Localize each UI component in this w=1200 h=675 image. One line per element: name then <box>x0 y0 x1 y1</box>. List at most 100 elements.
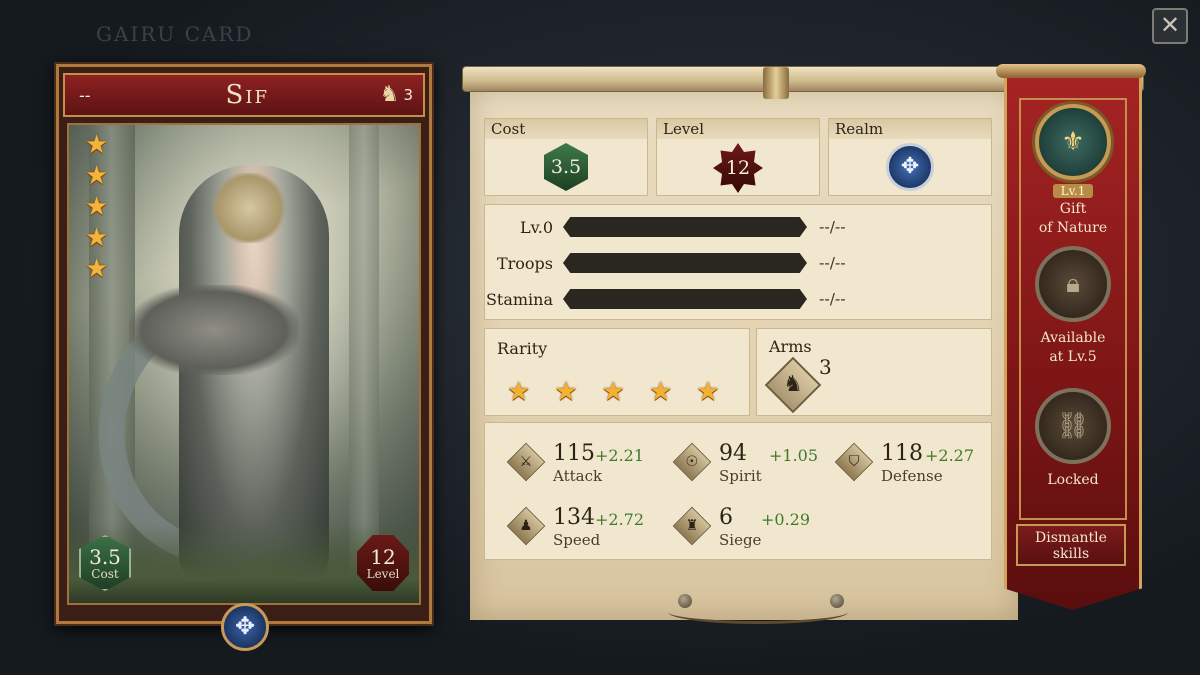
attribute-defense: ⛉ 118 +2.27 Defense <box>834 441 1007 491</box>
chained-lock-icon[interactable]: ⛓ <box>1035 388 1111 464</box>
bar-value: --/-- <box>819 290 846 308</box>
boot-icon: ♟ <box>506 506 546 546</box>
bar-row-troops: Troops --/-- <box>485 251 846 275</box>
star-icon: ★ <box>85 223 109 253</box>
star-icon: ★ <box>85 254 109 284</box>
skill-crest-icon[interactable]: ⚜ <box>1035 104 1111 180</box>
spirit-bonus: +1.05 <box>769 446 819 465</box>
defense-value: 118 <box>881 441 923 466</box>
arms-label: Arms <box>769 337 812 356</box>
star-icon: ★ <box>601 377 625 407</box>
skill-slot-3[interactable]: ⛓ Locked <box>1013 388 1133 489</box>
speed-label: Speed <box>553 531 601 549</box>
bar-row-stamina: Stamina --/-- <box>485 287 846 311</box>
horse-head-icon: ♞ <box>379 82 400 107</box>
skill-status-line1: Locked <box>1047 472 1099 488</box>
star-icon: ★ <box>85 130 109 160</box>
dismantle-skills-button[interactable]: Dismantle skills <box>1016 524 1126 566</box>
star-icon: ★ <box>85 161 109 191</box>
rod-knot <box>763 67 789 99</box>
parchment-string <box>668 600 848 624</box>
banner-rod <box>996 64 1146 78</box>
speed-bonus: +2.72 <box>595 510 645 529</box>
card-level-label: Level <box>366 566 400 581</box>
skill-name-line2: of Nature <box>1038 220 1108 236</box>
arms-box: Arms ♞ 3 <box>756 328 992 416</box>
skill-status-line1: Available <box>1040 330 1106 346</box>
card-cost-value: 3.5 <box>89 544 121 569</box>
star-icon: ★ <box>85 192 109 222</box>
spirit-label: Spirit <box>719 467 762 485</box>
troops-bar <box>563 253 807 273</box>
horse-head-icon[interactable]: ♞ <box>764 356 822 414</box>
card-header: -- Sif ♞ 3 <box>63 73 425 117</box>
skill-slot-2[interactable]: 🔒︎ Available at Lv.5 <box>1013 246 1133 366</box>
dismantle-line1: Dismantle <box>1035 530 1107 546</box>
lock-icon[interactable]: 🔒︎ <box>1035 246 1111 322</box>
cost-label: Cost <box>485 119 647 139</box>
stamina-bar <box>563 289 807 309</box>
tree-emblem-icon[interactable]: ✥ <box>221 603 269 651</box>
card-stars: ★ ★ ★ ★ ★ <box>85 130 109 284</box>
bar-label: Stamina <box>485 289 553 309</box>
sword-icon: ⚔ <box>506 442 546 482</box>
bar-label: Troops <box>496 253 553 273</box>
progress-bars: Lv.0 --/-- Troops --/-- Stamina --/-- <box>484 204 992 320</box>
dismantle-line2: skills <box>1052 546 1090 562</box>
cost-value: 3.5 <box>544 143 588 191</box>
attribute-siege: ♜ 6 +0.29 Siege <box>672 505 845 555</box>
cost-cell: Cost 3.5 <box>484 118 648 196</box>
skill-status-line2: at Lv.5 <box>1049 349 1097 365</box>
speed-value: 134 <box>553 505 595 530</box>
siege-value: 6 <box>719 505 733 530</box>
star-icon: ★ <box>648 377 673 407</box>
helmet-icon: ☉ <box>672 442 712 482</box>
star-icon: ★ <box>554 377 578 407</box>
tree-emblem-icon[interactable]: ✥ <box>886 143 934 191</box>
realm-cell: Realm ✥ <box>828 118 992 196</box>
rarity-label: Rarity <box>497 339 548 358</box>
portrait-fur <box>129 285 299 375</box>
hero-portrait: ★ ★ ★ ★ ★ 3.5 Cost 12 Level <box>67 123 421 605</box>
attribute-spirit: ☉ 94 +1.05 Spirit <box>672 441 845 491</box>
castle-icon: ♜ <box>672 506 712 546</box>
bar-row-level: Lv.0 --/-- <box>485 215 846 239</box>
background-title: GAIRU CARD <box>96 22 254 46</box>
bar-label: Lv.0 <box>519 217 553 237</box>
attack-value: 115 <box>553 441 595 466</box>
level-bar <box>563 217 807 237</box>
arms-value: 3 <box>819 355 832 379</box>
siege-bonus: +0.29 <box>761 510 811 529</box>
bar-value: --/-- <box>819 254 846 272</box>
spirit-value: 94 <box>719 441 747 466</box>
star-icon: ★ <box>696 377 720 407</box>
attribute-attack: ⚔ 115 +2.21 Attack <box>506 441 679 491</box>
star-icon: ★ <box>507 377 531 407</box>
card-header-dash: -- <box>79 85 91 105</box>
skill-level: Lv.1 <box>1052 184 1094 198</box>
pin-icon <box>678 594 692 608</box>
close-button[interactable]: ✕ <box>1152 8 1188 44</box>
card-level-value: 12 <box>370 544 396 569</box>
hero-card: -- Sif ♞ 3 ★ ★ ★ ★ ★ 3.5 Cost 12 Level ✥ <box>56 64 432 651</box>
close-icon: ✕ <box>1159 11 1181 39</box>
siege-label: Siege <box>719 531 762 549</box>
rarity-box: Rarity ★ ★ ★ ★ ★ <box>484 328 750 416</box>
card-arms-count: 3 <box>403 86 413 104</box>
bar-value: --/-- <box>819 218 846 236</box>
level-label: Level <box>657 119 819 139</box>
defense-bonus: +2.27 <box>925 446 975 465</box>
attack-bonus: +2.21 <box>595 446 645 465</box>
card-cost-label: Cost <box>91 566 119 581</box>
skill-slot-1[interactable]: ⚜ Lv.1 Gift of Nature <box>1013 104 1133 237</box>
shield-icon: ⛉ <box>834 442 874 482</box>
hero-name: Sif <box>225 80 269 110</box>
skill-name-line1: Gift <box>1059 201 1087 217</box>
summary-row: Cost 3.5 Level 12 Realm ✥ <box>484 118 992 196</box>
rarity-stars: ★ ★ ★ ★ ★ <box>507 377 720 407</box>
level-value: 12 <box>713 143 763 193</box>
level-cell: Level 12 <box>656 118 820 196</box>
realm-label: Realm <box>829 119 991 139</box>
attack-label: Attack <box>553 467 603 485</box>
attributes-box: ⚔ 115 +2.21 Attack ☉ 94 +1.05 Spirit ⛉ 1… <box>484 422 992 560</box>
